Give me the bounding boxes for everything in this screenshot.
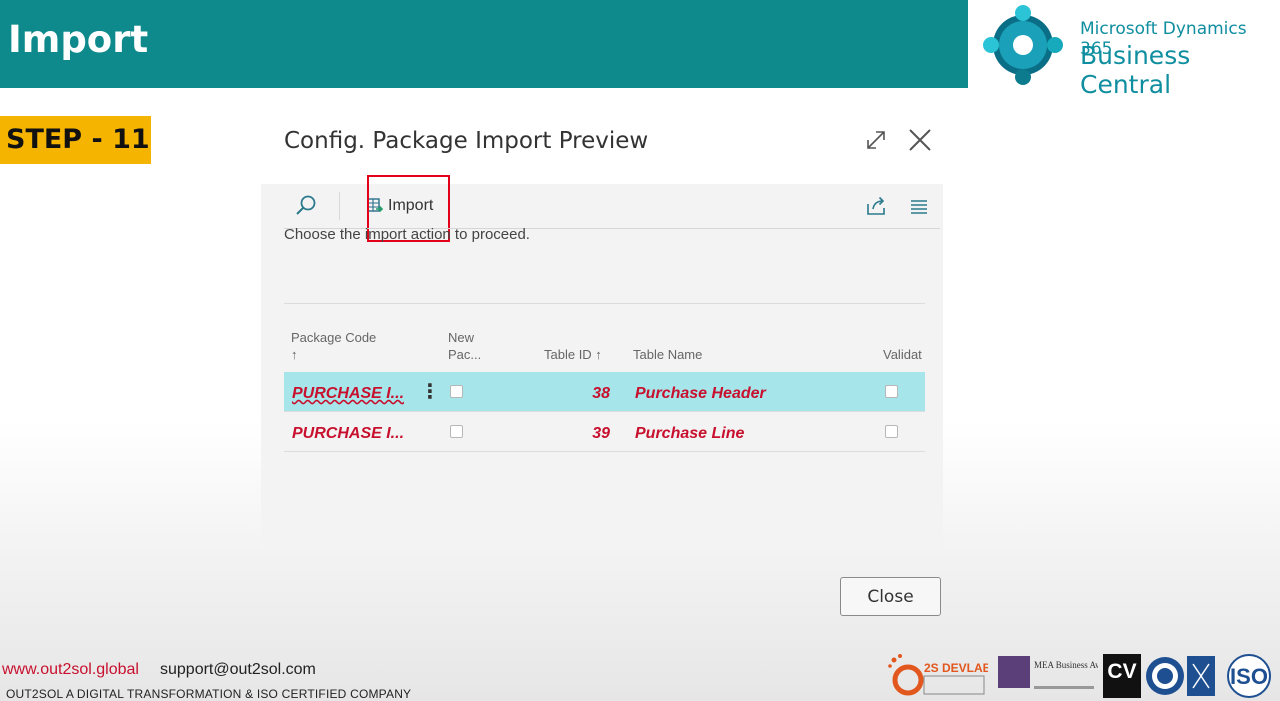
certification-seal-icon: [1146, 656, 1215, 696]
footer-email-link[interactable]: support@out2sol.com: [160, 661, 316, 679]
column-header-new-package[interactable]: New Pac...: [448, 329, 488, 363]
expand-icon[interactable]: [864, 128, 888, 152]
footer-tagline: OUT2SOL A DIGITAL TRANSFORMATION & ISO C…: [6, 687, 412, 701]
header-banner: Import: [0, 0, 968, 88]
row-actions-icon[interactable]: ⋮: [420, 382, 440, 402]
new-package-checkbox[interactable]: [450, 425, 463, 438]
brand-area: Microsoft Dynamics 365 Business Central: [968, 0, 1280, 99]
toolbar-separator: [339, 192, 340, 220]
table-name-cell: Purchase Line: [635, 425, 745, 442]
table-id-cell: 39: [592, 425, 610, 442]
package-code-cell[interactable]: PURCHASE I...: [292, 425, 404, 443]
footer-website-link[interactable]: www.out2sol.global: [2, 661, 139, 679]
svg-text:2S DEVLAB: 2S DEVLAB: [924, 661, 988, 675]
table-id-cell: 38: [592, 385, 610, 402]
svg-text:MEA Business Awards: MEA Business Awards: [1034, 660, 1098, 670]
row-divider: [284, 411, 925, 412]
column-header-package-code[interactable]: Package Code ↑: [291, 329, 376, 363]
sort-arrow-icon: ↑: [291, 347, 298, 362]
close-button[interactable]: Close: [840, 577, 941, 616]
table-name-cell: Purchase Header: [635, 385, 766, 402]
new-package-checkbox[interactable]: [450, 385, 463, 398]
package-code-cell[interactable]: PURCHASE I...: [292, 385, 404, 403]
banner-title: Import: [8, 18, 149, 61]
column-header-table-name[interactable]: Table Name: [633, 346, 702, 363]
iso-logo-icon: ISO: [1227, 654, 1271, 698]
list-view-icon[interactable]: [908, 196, 930, 218]
grid-top-divider: [284, 303, 925, 304]
mea-awards-logo-icon: MEA Business Awards: [998, 656, 1098, 689]
validated-checkbox[interactable]: [885, 425, 898, 438]
validated-checkbox[interactable]: [885, 385, 898, 398]
column-header-label: Package Code: [291, 330, 377, 345]
share-icon[interactable]: [864, 194, 888, 218]
close-icon[interactable]: [906, 126, 934, 154]
devlab-logo-icon: 2S DEVLAB: [888, 654, 988, 696]
search-icon[interactable]: [294, 194, 318, 218]
svg-text:ISO: ISO: [1230, 664, 1268, 689]
cv-logo-icon: CV: [1103, 654, 1141, 698]
row-divider: [284, 451, 925, 452]
brand-line-2: Business Central: [1080, 41, 1191, 99]
business-central-logo-icon: [983, 5, 1063, 85]
column-header-table-id[interactable]: Table ID ↑: [544, 346, 602, 363]
instruction-text: Choose the import action to proceed.: [284, 226, 530, 243]
step-badge: STEP - 11: [0, 116, 151, 164]
dialog-title: Config. Package Import Preview: [284, 128, 649, 154]
column-header-validated[interactable]: Validat: [883, 346, 922, 363]
